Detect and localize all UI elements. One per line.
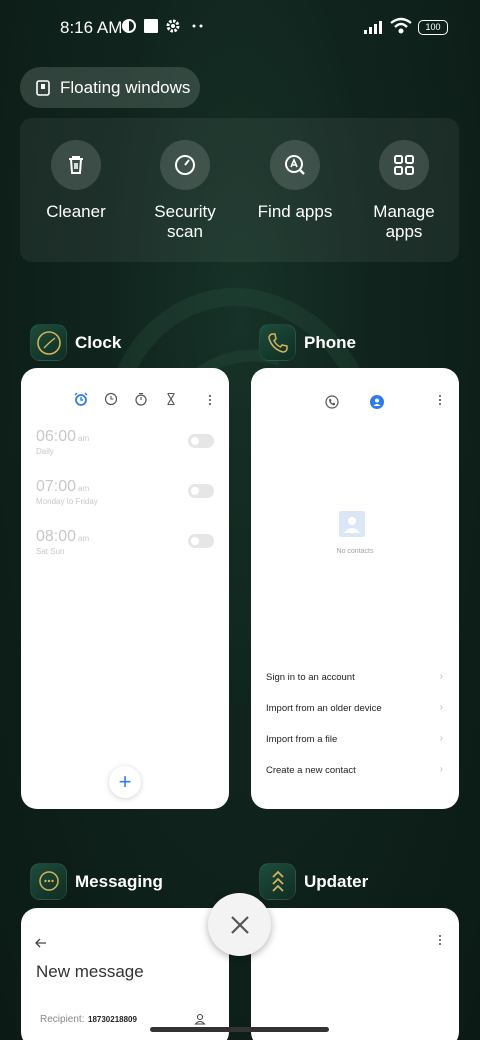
- square-notification-icon: [144, 19, 158, 33]
- recipient-label: Recipient:: [40, 1014, 85, 1025]
- floating-window-icon: [36, 79, 50, 96]
- alarm-toggle[interactable]: [188, 434, 214, 448]
- wifi-icon: [390, 17, 412, 34]
- back-arrow-icon[interactable]: [35, 938, 47, 948]
- floating-windows-button[interactable]: Floating windows: [20, 67, 200, 108]
- settings-gear-icon: [166, 19, 180, 33]
- search-apps-icon: [285, 155, 305, 175]
- updater-app-header[interactable]: Updater: [259, 863, 368, 900]
- alarm-ampm: am: [78, 484, 90, 493]
- recents-tab-icon[interactable]: [325, 395, 339, 409]
- alarm-time: 08:00: [36, 528, 77, 545]
- security-scan-button[interactable]: Security scan: [130, 140, 240, 242]
- alarm-days: Monday to Friday: [36, 497, 98, 506]
- chevron-right-icon: ›: [439, 764, 443, 775]
- floating-windows-label: Floating windows: [60, 77, 191, 97]
- signal-icon: [364, 21, 382, 34]
- clock-app-card[interactable]: 06:00 am Daily 07:00 am Monday to Friday 0…: [21, 368, 229, 809]
- chevron-right-icon: ›: [439, 671, 443, 682]
- alarm-days: Daily: [36, 447, 54, 456]
- manage-apps-button[interactable]: Manage apps: [349, 140, 459, 242]
- add-alarm-button[interactable]: +: [109, 766, 141, 798]
- updater-app-name: Updater: [304, 871, 369, 891]
- messaging-app-card[interactable]: New message Recipient: 18730218809: [21, 908, 229, 1040]
- timer-tab-icon[interactable]: [164, 392, 178, 406]
- alarm-tab-icon[interactable]: [74, 392, 88, 406]
- app-notification-icon: [122, 19, 136, 33]
- battery-indicator: 100: [418, 20, 448, 35]
- clock-tabs: [71, 392, 211, 408]
- status-bar: 8:16 AM 100: [0, 0, 480, 56]
- clock-app-icon: [30, 324, 67, 361]
- cleaner-label: Cleaner: [46, 202, 106, 221]
- alarm-item[interactable]: 08:00 am Sat Sun: [36, 528, 89, 556]
- grid-icon: [394, 155, 414, 175]
- alarm-ampm: am: [78, 534, 90, 543]
- phone-app-card[interactable]: No contacts Sign in to an account › Impo…: [251, 368, 459, 809]
- world-clock-tab-icon[interactable]: [104, 392, 118, 406]
- stopwatch-tab-icon[interactable]: [134, 392, 148, 406]
- clock-more-menu-icon[interactable]: [209, 395, 212, 407]
- manage-apps-label: Manage apps: [373, 202, 435, 241]
- close-icon: [230, 915, 249, 934]
- messaging-app-header[interactable]: Messaging: [30, 863, 163, 900]
- no-contacts-illustration: [339, 511, 365, 537]
- more-notifications-icon: [192, 24, 203, 28]
- updater-app-icon: [259, 863, 296, 900]
- phone-more-menu-icon[interactable]: [439, 395, 442, 407]
- alarm-ampm: am: [78, 434, 90, 443]
- create-new-contact-option[interactable]: Create a new contact: [266, 765, 446, 776]
- no-contacts-text: No contacts: [336, 548, 374, 555]
- chevron-right-icon: ›: [439, 733, 443, 744]
- quick-tools-panel: Cleaner Security scan Find apps Manage a…: [20, 118, 459, 262]
- alarm-days: Sat Sun: [36, 547, 65, 556]
- alarm-item[interactable]: 07:00 am Monday to Friday: [36, 478, 98, 506]
- alarm-time: 07:00: [36, 478, 77, 495]
- alarm-item[interactable]: 06:00 am Daily: [36, 428, 89, 456]
- phone-app-icon: [259, 324, 296, 361]
- clear-all-button[interactable]: [208, 893, 271, 956]
- clock-app-name: Clock: [75, 332, 122, 352]
- phone-app-name: Phone: [304, 332, 356, 352]
- updater-app-card[interactable]: [251, 908, 459, 1040]
- contact-picker-icon[interactable]: [194, 1013, 206, 1025]
- new-message-title: New message: [36, 962, 144, 981]
- import-from-file-option[interactable]: Import from a file: [266, 734, 446, 745]
- sign-in-account-option[interactable]: Sign in to an account: [266, 672, 446, 683]
- alarm-toggle[interactable]: [188, 484, 214, 498]
- phone-app-header[interactable]: Phone: [259, 324, 356, 361]
- import-older-device-option[interactable]: Import from an older device: [266, 703, 446, 714]
- battery-level: 100: [425, 22, 441, 32]
- messaging-app-name: Messaging: [75, 871, 163, 891]
- chevron-right-icon: ›: [439, 702, 443, 713]
- home-indicator[interactable]: [150, 1027, 329, 1032]
- status-time: 8:16 AM: [60, 18, 123, 37]
- recipient-input[interactable]: 18730218809: [88, 1015, 137, 1024]
- trash-icon: [69, 156, 83, 174]
- security-scan-label: Security scan: [154, 202, 216, 241]
- clock-app-header[interactable]: Clock: [30, 324, 121, 361]
- find-apps-label: Find apps: [257, 202, 333, 221]
- speedometer-icon: [175, 155, 195, 175]
- find-apps-button[interactable]: Find apps: [240, 140, 350, 222]
- alarm-toggle[interactable]: [188, 534, 214, 548]
- messaging-app-icon: [30, 863, 67, 900]
- updater-more-menu-icon[interactable]: [439, 935, 442, 947]
- contacts-tab-icon[interactable]: [370, 395, 384, 409]
- alarm-time: 06:00: [36, 428, 77, 445]
- cleaner-button[interactable]: Cleaner: [21, 140, 131, 222]
